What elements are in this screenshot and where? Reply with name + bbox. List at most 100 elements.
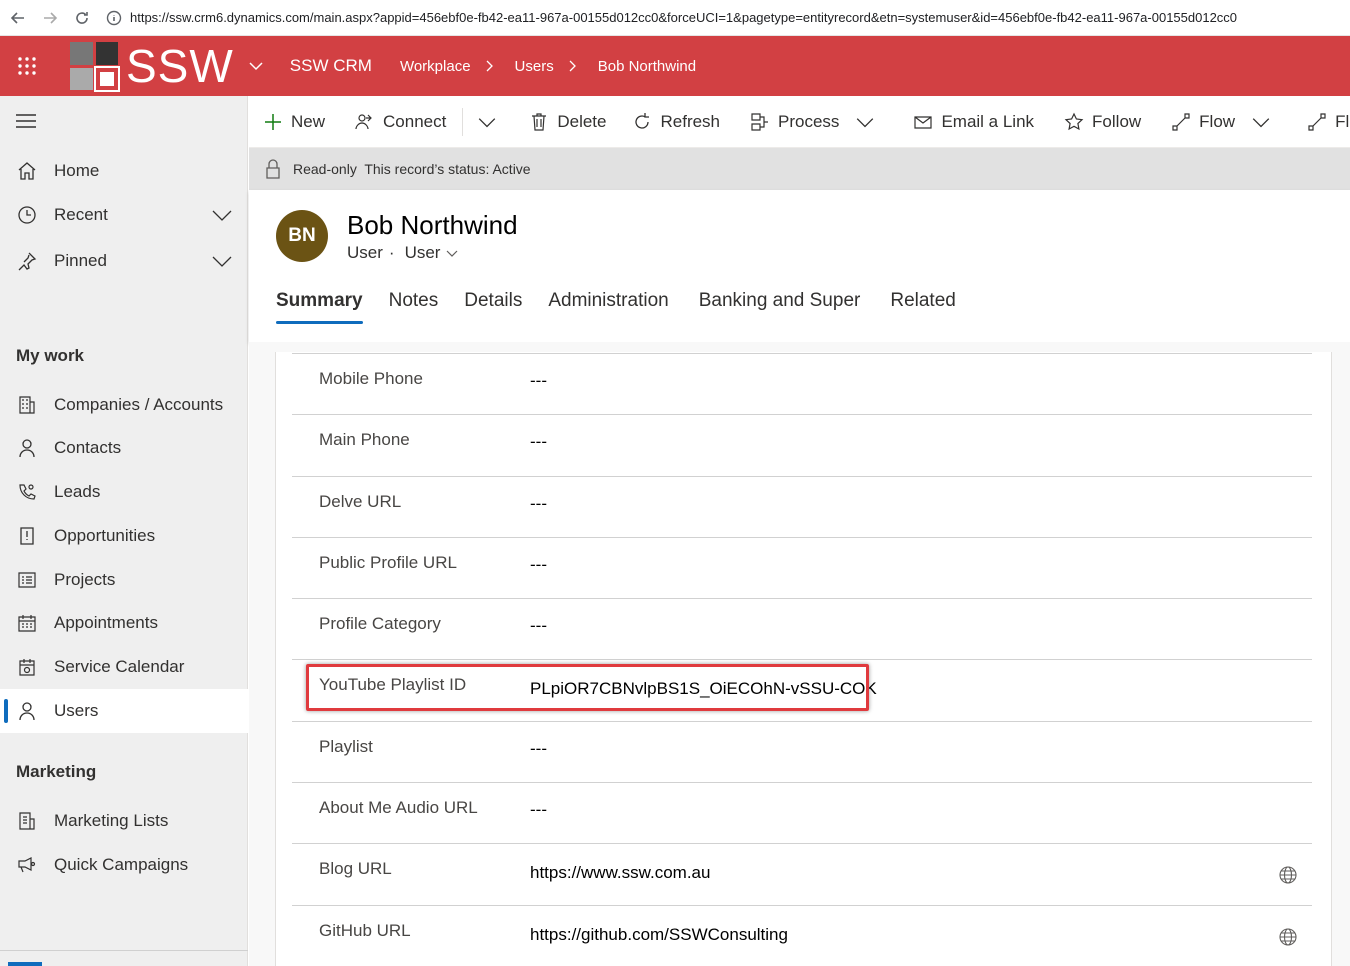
tab-summary[interactable]: Summary bbox=[276, 290, 363, 324]
tab-notes[interactable]: Notes bbox=[389, 290, 439, 324]
breadcrumb-users[interactable]: Users bbox=[515, 58, 578, 75]
flow-button[interactable]: Flow bbox=[1171, 96, 1279, 147]
sidebar-item-appointments[interactable]: Appointments bbox=[0, 601, 248, 645]
flow-label: Flow bbox=[1199, 111, 1236, 131]
connect-split-button[interactable] bbox=[462, 107, 505, 136]
field-label: Mobile Phone bbox=[319, 369, 423, 388]
back-button[interactable] bbox=[4, 4, 32, 32]
follow-label: Follow bbox=[1092, 111, 1142, 131]
form-selector[interactable]: User bbox=[405, 243, 459, 263]
field-label: Profile Category bbox=[319, 614, 441, 633]
breadcrumb-workplace[interactable]: Workplace bbox=[400, 58, 495, 75]
delete-label: Delete bbox=[557, 111, 607, 131]
sidebar-item-service-calendar[interactable]: Service Calendar bbox=[0, 645, 248, 689]
app-launcher-button[interactable] bbox=[0, 36, 54, 96]
tab-banking-and-super[interactable]: Banking and Super bbox=[699, 290, 861, 324]
field-delve-url[interactable]: Delve URL --- bbox=[292, 476, 1312, 537]
breadcrumb-label: Users bbox=[514, 57, 554, 75]
readonly-notification: Read-only This record’s status: Active bbox=[249, 148, 1350, 190]
sidebar-item-recent[interactable]: Recent bbox=[0, 193, 248, 237]
app-name[interactable]: SSW CRM bbox=[290, 56, 372, 76]
process-button[interactable]: Process bbox=[750, 96, 883, 147]
flow-button-2[interactable]: Flo bbox=[1307, 96, 1350, 147]
tab-details[interactable]: Details bbox=[464, 290, 522, 324]
sidebar-item-users[interactable]: Users bbox=[0, 689, 248, 733]
field-mobile-phone[interactable]: Mobile Phone --- bbox=[292, 353, 1312, 414]
field-blog-url[interactable]: Blog URL https://www.ssw.com.au bbox=[292, 843, 1312, 904]
field-value: --- bbox=[530, 800, 547, 819]
sidebar-item-leads[interactable]: Leads bbox=[0, 470, 248, 514]
clock-icon bbox=[18, 206, 36, 224]
breadcrumb-label: Bob Northwind bbox=[597, 57, 697, 75]
sidebar-item-contacts[interactable]: Contacts bbox=[0, 426, 248, 470]
follow-button[interactable]: Follow bbox=[1064, 96, 1142, 147]
url-text: https://ssw.crm6.dynamics.com/main.aspx?… bbox=[130, 10, 1238, 25]
chevron-down-icon[interactable] bbox=[212, 254, 232, 268]
group-title-my-work: My work bbox=[16, 346, 85, 365]
connect-button[interactable]: Connect bbox=[355, 96, 446, 147]
field-value: --- bbox=[530, 432, 547, 451]
field-value: --- bbox=[530, 616, 547, 635]
refresh-label: Refresh bbox=[660, 111, 721, 131]
list-icon bbox=[18, 572, 36, 588]
sidebar-item-marketing-lists[interactable]: Marketing Lists bbox=[0, 799, 248, 843]
field-label: Delve URL bbox=[319, 492, 402, 511]
area-switcher[interactable] bbox=[0, 950, 248, 966]
field-public-profile-url[interactable]: Public Profile URL --- bbox=[292, 537, 1312, 598]
app-header: SSW SSW CRM Workplace Users Bob Northwin… bbox=[0, 36, 1350, 96]
reload-button[interactable] bbox=[68, 4, 96, 32]
browser-toolbar: https://ssw.crm6.dynamics.com/main.aspx?… bbox=[0, 0, 1350, 36]
sidebar-item-pinned[interactable]: Pinned bbox=[0, 239, 248, 283]
sidebar-item-projects[interactable]: Projects bbox=[0, 558, 248, 602]
clipboard-icon bbox=[20, 527, 34, 545]
sidebar-item-label: Users bbox=[54, 701, 99, 720]
tab-administration[interactable]: Administration bbox=[548, 290, 668, 324]
logo-text: SSW bbox=[126, 40, 234, 92]
entity-name: User bbox=[347, 243, 383, 262]
phone-person-icon bbox=[19, 484, 36, 500]
reload-icon bbox=[76, 11, 88, 24]
email-link-icon bbox=[914, 115, 933, 129]
sidebar-item-label: Opportunities bbox=[54, 526, 156, 545]
field-value: --- bbox=[530, 494, 547, 513]
field-github-url[interactable]: GitHub URL https://github.com/SSWConsult… bbox=[292, 905, 1312, 966]
pin-icon bbox=[18, 252, 37, 271]
refresh-button[interactable]: Refresh bbox=[632, 96, 721, 147]
hamburger-menu-icon[interactable] bbox=[16, 114, 36, 128]
sidebar-item-home[interactable]: Home bbox=[0, 149, 248, 193]
sidebar-item-label: Leads bbox=[54, 482, 101, 501]
lock-icon bbox=[266, 159, 280, 179]
new-button[interactable]: New bbox=[263, 96, 325, 147]
chevron-down-icon[interactable] bbox=[248, 58, 264, 74]
process-label: Process bbox=[778, 111, 840, 131]
address-bar[interactable]: https://ssw.crm6.dynamics.com/main.aspx?… bbox=[106, 4, 1350, 32]
readonly-text: Read-only This record’s status: Active bbox=[293, 161, 531, 177]
forward-button[interactable] bbox=[36, 4, 64, 32]
sidebar-item-opportunities[interactable]: Opportunities bbox=[0, 514, 248, 558]
field-playlist[interactable]: Playlist --- bbox=[292, 721, 1312, 782]
refresh-icon bbox=[635, 112, 650, 129]
globe-icon[interactable] bbox=[1278, 865, 1298, 885]
separator-dot: · bbox=[388, 243, 395, 262]
tab-related[interactable]: Related bbox=[890, 290, 956, 324]
campaign-icon bbox=[18, 857, 36, 873]
building-icon bbox=[19, 396, 35, 414]
chevron-down-icon[interactable] bbox=[212, 208, 232, 222]
delete-button[interactable]: Delete bbox=[529, 96, 607, 147]
sidebar-item-accounts[interactable]: Companies / Accounts bbox=[0, 383, 248, 427]
record-header: BN Bob Northwind User · User Summary Not… bbox=[249, 190, 1350, 342]
flow-label-2: Flo bbox=[1335, 111, 1350, 131]
field-about-me-audio-url[interactable]: About Me Audio URL --- bbox=[292, 782, 1312, 843]
site-info-icon[interactable] bbox=[106, 10, 122, 26]
field-profile-category[interactable]: Profile Category --- bbox=[292, 598, 1312, 659]
form-selector-label: User bbox=[404, 243, 441, 262]
email-link-button[interactable]: Email a Link bbox=[913, 96, 1034, 147]
sidebar-item-quick-campaigns[interactable]: Quick Campaigns bbox=[0, 843, 248, 887]
field-label: Public Profile URL bbox=[319, 553, 457, 572]
logo-mark bbox=[70, 42, 120, 92]
globe-icon[interactable] bbox=[1278, 927, 1298, 947]
field-label: About Me Audio URL bbox=[319, 798, 478, 817]
field-value: https://www.ssw.com.au bbox=[530, 863, 711, 882]
field-main-phone[interactable]: Main Phone --- bbox=[292, 414, 1312, 475]
record-title: Bob Northwind bbox=[347, 210, 518, 240]
